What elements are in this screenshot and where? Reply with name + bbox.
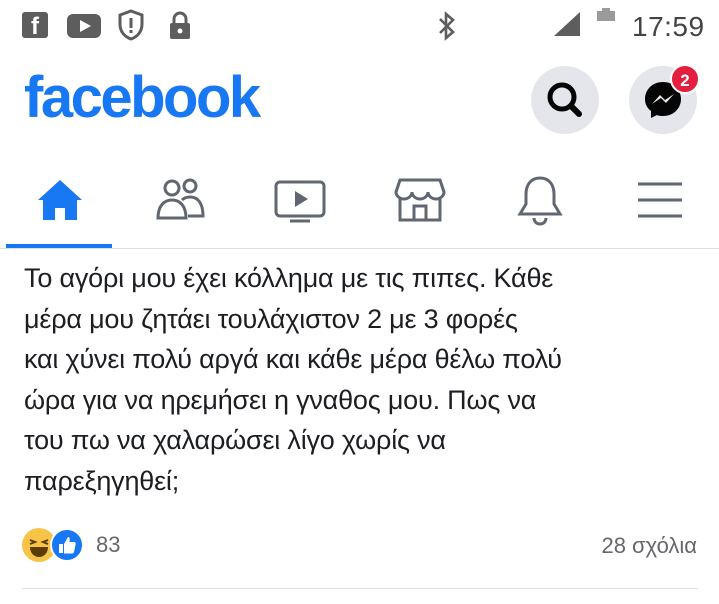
post-line: παρεξηγηθεί; — [24, 465, 180, 496]
clock: 17:59 — [632, 11, 705, 42]
lock-icon — [168, 10, 192, 45]
post-line: του πω να χαλαρώσει λίγο χωρίς να — [24, 425, 446, 455]
shield-icon — [117, 9, 145, 46]
post-text: Το αγόρι μου έχει κόλλημα με τις πιπες. … — [24, 258, 704, 501]
facebook-icon: f — [22, 12, 48, 38]
home-icon — [38, 180, 82, 220]
post-line: μέρα μου ζητάει τουλάχιστον 2 με 3 φορές — [24, 303, 518, 334]
tab-bar — [0, 152, 719, 249]
search-icon — [547, 82, 582, 117]
tab-marketplace[interactable] — [390, 172, 450, 228]
bell-icon — [517, 176, 563, 226]
divider — [22, 588, 698, 589]
video-icon — [274, 180, 326, 223]
tab-friends[interactable] — [150, 172, 210, 228]
post-line: Το αγόρι μου έχει κόλλημα με τις πιπες. … — [24, 263, 554, 293]
battery-icon — [596, 8, 616, 45]
search-button[interactable] — [531, 66, 599, 134]
signal-icon — [552, 10, 582, 43]
youtube-icon — [67, 14, 101, 38]
active-tab-indicator — [6, 244, 112, 248]
comments-count[interactable]: 28 σχόλια — [601, 533, 697, 559]
messenger-badge: 2 — [670, 64, 700, 94]
tab-home[interactable] — [30, 172, 90, 228]
tab-watch[interactable] — [270, 172, 330, 228]
friends-icon — [156, 178, 205, 220]
post-line: και χύνει πολύ αργά και κάθε μέρα θέλω π… — [24, 344, 562, 374]
tab-menu[interactable] — [630, 172, 690, 228]
hamburger-icon — [638, 182, 682, 218]
bluetooth-icon — [436, 10, 458, 47]
like-reaction-icon — [50, 528, 84, 562]
post-line: ώρα για να ηρεμήσει η γναθος μου. Πως να — [24, 384, 537, 415]
status-bar: f 17:59 — [0, 0, 719, 52]
tab-notifications[interactable] — [510, 172, 570, 228]
reaction-count: 83 — [96, 532, 121, 557]
store-icon — [394, 178, 446, 222]
facebook-logo[interactable]: facebook — [24, 64, 261, 131]
